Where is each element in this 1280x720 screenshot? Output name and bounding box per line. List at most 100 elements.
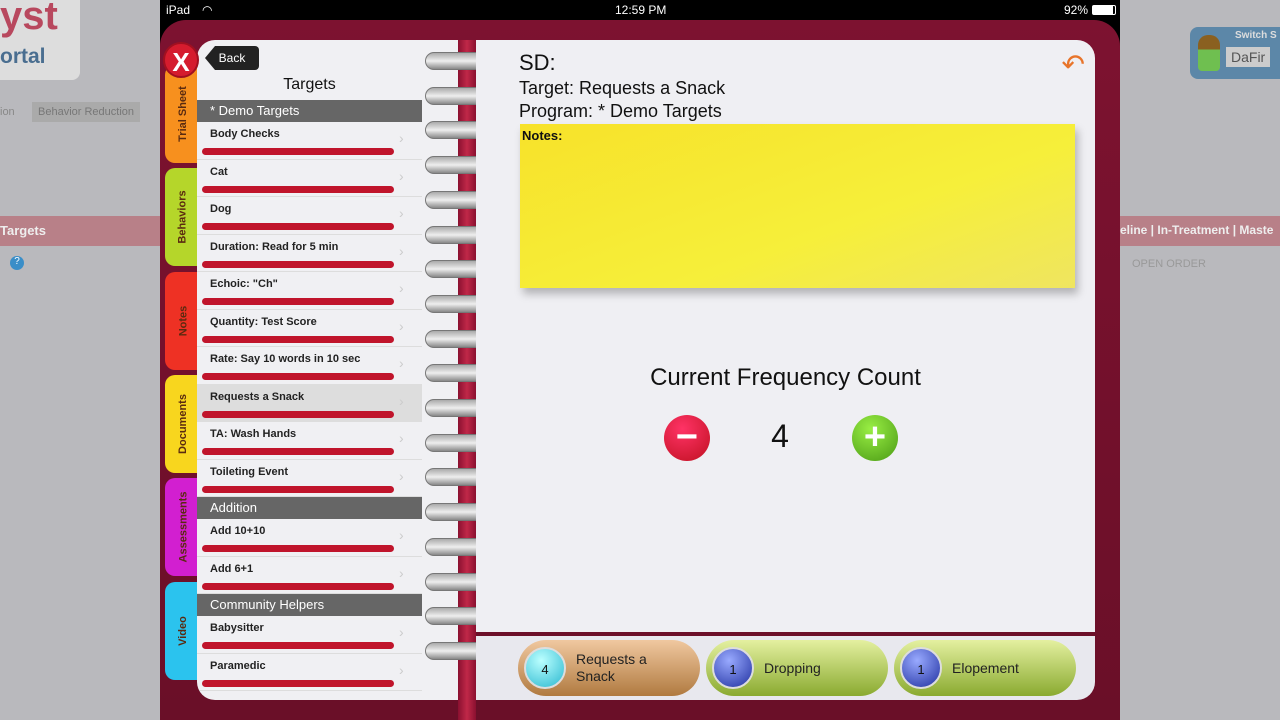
target-label: Toileting Event: [210, 465, 289, 478]
targets-page: Back Targets * Demo Targets Body Checks › C…: [197, 40, 459, 700]
chevron-right-icon: ›: [399, 205, 404, 221]
side-tab-label: Assessments: [177, 491, 189, 563]
behavior-button[interactable]: 4 Requests a Snack: [518, 640, 700, 696]
behavior-button[interactable]: 1 Dropping: [706, 640, 888, 696]
frequency-count: 4: [771, 418, 789, 454]
chevron-right-icon: ›: [399, 661, 404, 678]
target-label: Body Checks: [210, 128, 280, 140]
target-label: TA: Wash Hands: [210, 428, 297, 440]
behavior-bar: 4 Requests a Snack 1 Dropping 1 Elopement: [476, 636, 1095, 700]
progress-bar: [202, 373, 394, 380]
battery-icon: [1092, 5, 1116, 15]
target-row[interactable]: Add 6+1 ›: [197, 557, 422, 594]
behavior-button[interactable]: 1 Elopement: [894, 640, 1076, 696]
chevron-right-icon: ›: [399, 355, 404, 371]
target-label: Dog: [210, 203, 232, 215]
bg-switch-student: Switch S DaFir: [1190, 27, 1280, 79]
targets-title: Targets: [283, 76, 336, 93]
chevron-right-icon: ›: [399, 317, 404, 334]
bg-user-name: DaFir: [1226, 47, 1271, 67]
side-tab-trial-sheet[interactable]: Trial Sheet: [165, 65, 201, 163]
sd-label: SD:: [519, 50, 556, 75]
behavior-label: Elopement: [952, 659, 1019, 676]
progress-bar: [202, 545, 394, 552]
target-label: Add 6+1: [210, 562, 254, 575]
bg-tab-behavior-reduction: Behavior Reduction: [32, 102, 141, 122]
chevron-right-icon: ›: [399, 467, 404, 484]
target-row[interactable]: Echoic: "Ch" ›: [197, 272, 422, 310]
chevron-right-icon: ›: [399, 130, 404, 146]
side-tab-label: Trial Sheet: [177, 86, 190, 142]
bg-targets-label: Targets: [0, 223, 46, 238]
progress-bar: [202, 485, 394, 493]
progress-bar: [202, 223, 394, 230]
target-row[interactable]: Requests a Snack ›: [197, 384, 422, 422]
bg-status-tabs-label: eline | In-Treatment | Maste: [1120, 223, 1274, 237]
progress-bar: [202, 185, 394, 193]
section-header: Community Helpers: [197, 594, 422, 616]
ipad-screen: iPad ◠ 12:59 PM 92% X Trial Sheet Behavio…: [160, 0, 1120, 720]
target-row[interactable]: Add 10+10 ›: [197, 519, 422, 557]
bg-status-tabs: eline | In-Treatment | Maste: [1120, 216, 1280, 246]
target-label: Babysitter: [210, 622, 264, 634]
target-row[interactable]: Paramedic ›: [197, 654, 422, 691]
target-label: Paramedic: [210, 659, 266, 672]
target-row[interactable]: Body Checks ›: [197, 122, 422, 160]
target-label: Quantity: Test Score: [210, 315, 317, 328]
battery-percent: 92%: [1064, 3, 1089, 17]
progress-bar: [202, 410, 394, 418]
target-label: Cat: [210, 165, 228, 178]
undo-icon[interactable]: ↶: [1062, 48, 1085, 81]
side-tab-assessments[interactable]: Assessments: [165, 478, 201, 576]
target-row[interactable]: Babysitter ›: [197, 616, 422, 654]
target-row[interactable]: TA: Wash Hands ›: [197, 422, 422, 460]
side-tab-label: Video: [176, 616, 189, 646]
side-tab-behaviors[interactable]: Behaviors: [165, 168, 201, 266]
target-label: Rate: Say 10 words in 10 sec: [210, 353, 361, 365]
chevron-right-icon: ›: [399, 392, 404, 409]
time: 12:59 PM: [615, 3, 667, 17]
notes-label: Notes:: [522, 128, 563, 143]
target-label: Echoic: "Ch": [210, 278, 278, 290]
progress-bar: [202, 582, 394, 590]
increment-button[interactable]: +: [852, 415, 898, 461]
wifi-icon: ◠: [202, 3, 213, 17]
chevron-right-icon: ›: [399, 242, 404, 259]
chevron-right-icon: ›: [399, 167, 404, 184]
progress-bar: [202, 448, 394, 455]
side-tab-label: Documents: [177, 394, 189, 454]
device-label: iPad: [166, 3, 191, 17]
target-row[interactable]: Toileting Event ›: [197, 460, 422, 497]
side-tab-documents[interactable]: Documents: [165, 375, 201, 473]
progress-bar: [202, 679, 394, 687]
count-badge: 1: [712, 647, 754, 689]
count-badge: 4: [524, 647, 566, 689]
progress-bar: [202, 260, 394, 268]
progress-bar: [202, 298, 394, 305]
target-row[interactable]: Quantity: Test Score ›: [197, 310, 422, 347]
behavior-label: Requests a Snack: [576, 651, 647, 684]
target-row[interactable]: Cat ›: [197, 160, 422, 197]
bg-switch-label: Switch S: [1235, 30, 1277, 41]
notes-sticky[interactable]: Notes:: [520, 124, 1075, 288]
target-name: Target: Requests a Snack: [519, 78, 726, 98]
target-detail-page: SD: Target: Requests a Snack Program: * …: [476, 40, 1095, 632]
target-row[interactable]: Rate: Say 10 words in 10 sec ›: [197, 347, 422, 385]
close-button[interactable]: X: [163, 42, 199, 78]
section-header: Addition: [197, 497, 422, 519]
target-row[interactable]: Duration: Read for 5 min ›: [197, 235, 422, 272]
side-tab-video[interactable]: Video: [165, 582, 201, 680]
logo-top: yst: [0, 0, 58, 38]
side-tab-notes[interactable]: Notes: [165, 272, 201, 370]
target-row[interactable]: Dog ›: [197, 197, 422, 235]
back-button[interactable]: Back: [205, 46, 259, 70]
decrement-button[interactable]: −: [664, 415, 710, 461]
target-label: Duration: Read for 5 min: [210, 240, 339, 253]
progress-bar: [202, 335, 394, 343]
chevron-right-icon: ›: [399, 527, 404, 543]
user-avatar-icon: [1198, 35, 1220, 71]
bg-help-icon: ?: [10, 256, 24, 270]
progress-bar: [202, 148, 394, 155]
targets-list[interactable]: * Demo Targets Body Checks › Cat › Dog › Durati…: [197, 100, 422, 691]
chevron-right-icon: ›: [399, 624, 404, 640]
